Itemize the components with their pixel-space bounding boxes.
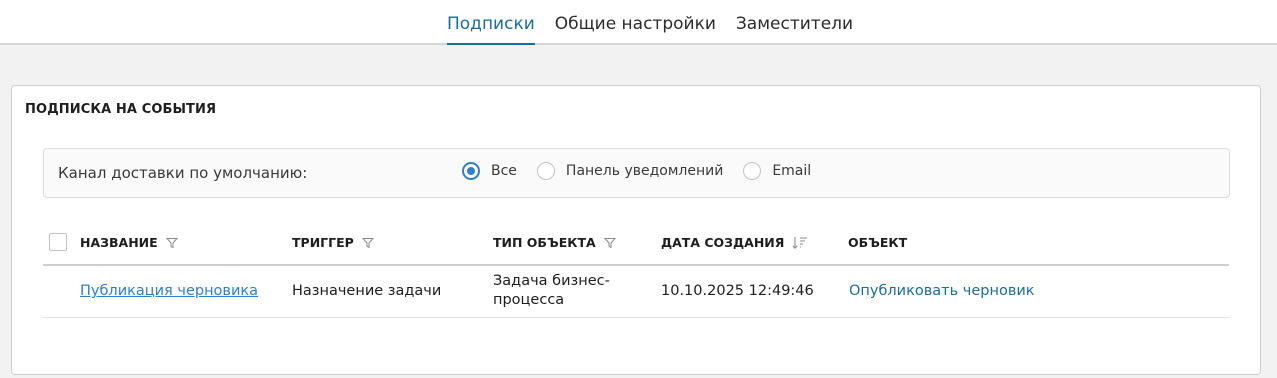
radio-label-notification-panel: Панель уведомлений bbox=[565, 163, 724, 179]
row-object-type: Задача бизнес- процесса bbox=[493, 272, 610, 310]
column-header-trigger: ТРИГГЕР bbox=[292, 235, 374, 250]
filter-icon[interactable] bbox=[165, 237, 178, 249]
subscriptions-table: НАЗВАНИЕ ТРИГГЕР ТИП ОБЪЕКТА ДАТА СОЗДАН… bbox=[43, 226, 1229, 318]
select-all-checkbox[interactable] bbox=[49, 233, 67, 251]
tab-bar: Подписки Общие настройки Заместители bbox=[447, 0, 873, 45]
column-header-created-date: ДАТА СОЗДАНИЯ bbox=[661, 235, 808, 250]
column-header-object-type: ТИП ОБЪЕКТА bbox=[493, 235, 616, 250]
column-header-object: ОБЪЕКТ bbox=[848, 235, 907, 250]
tab-general-settings[interactable]: Общие настройки bbox=[555, 0, 716, 45]
tab-subscriptions[interactable]: Подписки bbox=[447, 0, 535, 45]
radio-checked-icon[interactable] bbox=[462, 162, 480, 180]
column-header-label: ОБЪЕКТ bbox=[848, 235, 908, 250]
column-header-label: ДАТА СОЗДАНИЯ bbox=[661, 235, 785, 250]
column-header-label: ТИП ОБЪЕКТА bbox=[493, 235, 596, 250]
table-row[interactable]: Публикация черновика Назначение задачи З… bbox=[43, 266, 1229, 318]
radio-label-all: Все bbox=[491, 163, 517, 179]
card-title: ПОДПИСКА НА СОБЫТИЯ bbox=[25, 102, 217, 117]
delivery-channel-radio-group: Все Панель уведомлений Email bbox=[462, 162, 831, 180]
delivery-channel-panel: Канал доставки по умолчанию: Все Панель … bbox=[43, 148, 1230, 198]
radio-option-all[interactable]: Все bbox=[462, 162, 517, 180]
filter-icon[interactable] bbox=[361, 237, 374, 249]
tab-deputies[interactable]: Заместители bbox=[736, 0, 853, 45]
column-header-label: ТРИГГЕР bbox=[292, 235, 354, 250]
top-navigation-bar: Подписки Общие настройки Заместители bbox=[0, 0, 1277, 45]
row-created-date: 10.10.2025 12:49:46 bbox=[661, 283, 814, 299]
column-header-name: НАЗВАНИЕ bbox=[80, 235, 178, 250]
column-header-label: НАЗВАНИЕ bbox=[80, 235, 158, 250]
sort-desc-icon[interactable] bbox=[792, 236, 808, 250]
radio-unchecked-icon[interactable] bbox=[743, 162, 762, 180]
row-object-link[interactable]: Опубликовать черновик bbox=[849, 283, 1035, 299]
row-object-type-line1: Задача бизнес- bbox=[493, 273, 610, 289]
radio-unchecked-icon[interactable] bbox=[536, 162, 555, 180]
radio-label-email: Email bbox=[772, 163, 812, 179]
table-header: НАЗВАНИЕ ТРИГГЕР ТИП ОБЪЕКТА ДАТА СОЗДАН… bbox=[43, 226, 1229, 266]
radio-option-notification-panel[interactable]: Панель уведомлений bbox=[536, 162, 724, 180]
filter-icon[interactable] bbox=[603, 237, 616, 249]
radio-option-email[interactable]: Email bbox=[743, 162, 811, 180]
row-object-type-line2: процесса bbox=[493, 292, 565, 308]
delivery-channel-label: Канал доставки по умолчанию: bbox=[58, 164, 308, 182]
event-subscription-card: ПОДПИСКА НА СОБЫТИЯ Канал доставки по ум… bbox=[11, 85, 1261, 375]
row-trigger: Назначение задачи bbox=[292, 283, 442, 299]
row-name-link[interactable]: Публикация черновика bbox=[80, 283, 258, 299]
